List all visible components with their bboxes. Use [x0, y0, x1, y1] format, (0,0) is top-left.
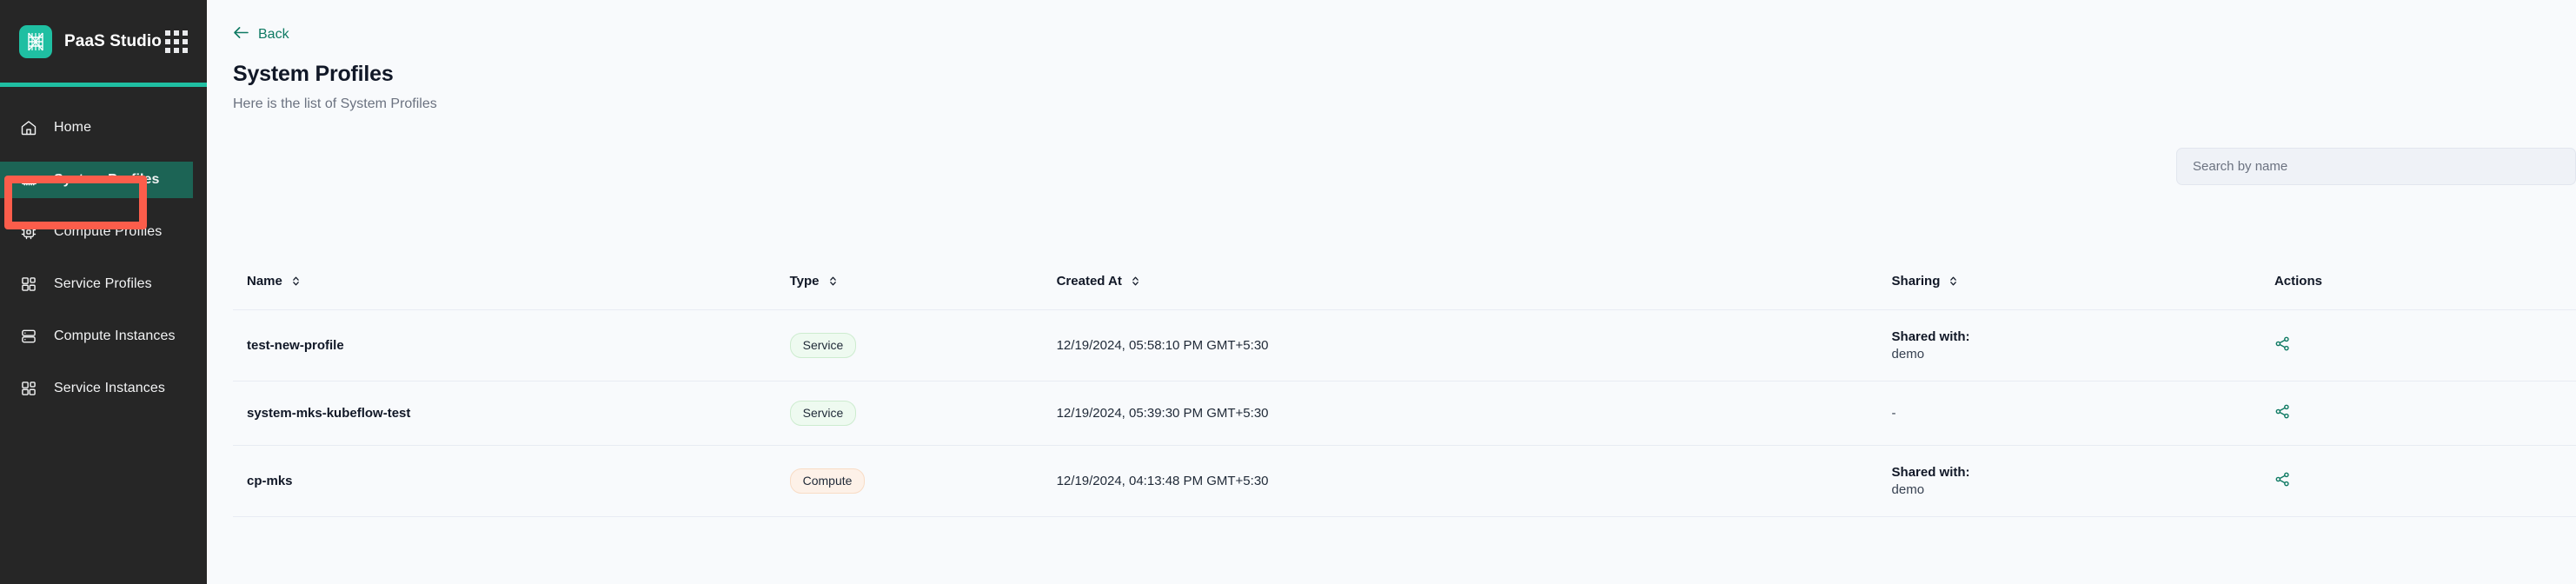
- profiles-table-container: Name Type Created At Sharing Actions tes…: [233, 252, 2576, 517]
- cell-type: Service: [789, 381, 1057, 446]
- search-input[interactable]: [2176, 148, 2576, 185]
- cell-sharing: Shared with: demo: [1891, 309, 2274, 382]
- blocks-icon: [19, 379, 38, 398]
- column-header-name[interactable]: Name: [233, 252, 790, 310]
- sort-toggle-icon[interactable]: [1949, 275, 1957, 287]
- home-icon: [19, 118, 38, 137]
- search-container: [2176, 148, 2576, 185]
- column-header-created-at[interactable]: Created At: [1056, 252, 1892, 310]
- sidebar-item-system-profiles[interactable]: System Profiles: [0, 162, 193, 198]
- apps-grid-icon[interactable]: [165, 30, 188, 53]
- sidebar-item-home[interactable]: Home: [0, 110, 207, 146]
- sidebar-item-label: Service Instances: [54, 381, 165, 395]
- table-body: test-new-profile Service 12/19/2024, 05:…: [233, 309, 2576, 517]
- sort-toggle-icon[interactable]: [1132, 275, 1139, 287]
- column-label: Created At: [1056, 274, 1122, 289]
- sharing-title: Shared with:: [1891, 329, 1970, 344]
- type-badge: Service: [789, 333, 857, 358]
- cell-created-at: 12/19/2024, 05:58:10 PM GMT+5:30: [1056, 309, 1892, 382]
- column-label: Actions: [2274, 274, 2322, 289]
- share-icon[interactable]: [2274, 335, 2291, 352]
- sidebar-item-label: Service Profiles: [54, 276, 152, 291]
- column-label: Type: [789, 274, 820, 289]
- arrow-left-icon: [233, 26, 249, 43]
- back-button[interactable]: Back: [233, 26, 289, 43]
- column-header-actions: Actions: [2274, 252, 2576, 310]
- column-header-sharing[interactable]: Sharing: [1891, 252, 2274, 310]
- table-row[interactable]: system-mks-kubeflow-test Service 12/19/2…: [233, 381, 2576, 446]
- cell-actions: [2274, 445, 2576, 517]
- sharing-value: demo: [1891, 481, 1925, 497]
- sidebar-item-service-instances[interactable]: Service Instances: [0, 370, 207, 407]
- cell-actions: [2274, 309, 2576, 382]
- sort-toggle-icon[interactable]: [292, 275, 300, 287]
- sidebar-item-service-profiles[interactable]: Service Profiles: [0, 266, 207, 302]
- brand-header: PaaS Studio: [0, 0, 207, 83]
- sidebar-item-label: System Profiles: [54, 172, 160, 187]
- cell-actions: [2274, 381, 2576, 446]
- cell-created-at: 12/19/2024, 04:13:48 PM GMT+5:30: [1056, 445, 1892, 517]
- table-header-row: Name Type Created At Sharing Actions: [233, 252, 2576, 310]
- sidebar-item-label: Compute Instances: [54, 328, 176, 343]
- sidebar-nav: Home System Profiles Compute Profiles Se…: [0, 87, 207, 407]
- memory-chip-icon: [19, 170, 38, 189]
- table-row[interactable]: test-new-profile Service 12/19/2024, 05:…: [233, 309, 2576, 382]
- share-icon[interactable]: [2274, 403, 2291, 420]
- page-title: System Profiles: [233, 62, 394, 86]
- type-badge: Compute: [789, 468, 866, 494]
- cell-name: cp-mks: [233, 445, 790, 517]
- sidebar-nav-list: Home System Profiles Compute Profiles Se…: [0, 110, 207, 407]
- sort-toggle-icon[interactable]: [829, 275, 837, 287]
- column-label: Name: [247, 274, 282, 289]
- brand-title: PaaS Studio: [64, 31, 162, 50]
- page-subtitle: Here is the list of System Profiles: [233, 96, 437, 111]
- cell-type: Compute: [789, 445, 1057, 517]
- sidebar-item-compute-instances[interactable]: Compute Instances: [0, 318, 207, 355]
- table-row[interactable]: cp-mks Compute 12/19/2024, 04:13:48 PM G…: [233, 445, 2576, 517]
- server-icon: [19, 327, 38, 346]
- sharing-title: Shared with:: [1891, 464, 1970, 480]
- column-header-type[interactable]: Type: [789, 252, 1057, 310]
- paas-studio-logo-icon: [19, 24, 52, 58]
- sidebar-item-label: Compute Profiles: [54, 224, 163, 239]
- sidebar-item-compute-profiles[interactable]: Compute Profiles: [0, 214, 207, 250]
- type-badge: Service: [789, 401, 857, 426]
- cell-created-at: 12/19/2024, 05:39:30 PM GMT+5:30: [1056, 381, 1892, 446]
- app-root: PaaS Studio Home System Profiles Compute…: [0, 0, 2576, 584]
- main-content: Back System Profiles Here is the list of…: [207, 0, 2576, 584]
- cell-sharing: Shared with: demo: [1891, 445, 2274, 517]
- cell-name: test-new-profile: [233, 309, 790, 382]
- cell-sharing: -: [1891, 381, 2274, 446]
- sharing-value: -: [1891, 405, 1896, 421]
- cell-type: Service: [789, 309, 1057, 382]
- blocks-icon: [19, 275, 38, 294]
- cpu-icon: [19, 222, 38, 242]
- back-label: Back: [258, 26, 289, 42]
- sidebar-item-label: Home: [54, 120, 92, 135]
- sharing-value: demo: [1891, 347, 1925, 362]
- sidebar: PaaS Studio Home System Profiles Compute…: [0, 0, 207, 584]
- table-head: Name Type Created At Sharing Actions: [233, 252, 2576, 310]
- cell-name: system-mks-kubeflow-test: [233, 381, 790, 446]
- column-label: Sharing: [1891, 274, 1941, 289]
- profiles-table: Name Type Created At Sharing Actions tes…: [233, 252, 2576, 517]
- share-icon[interactable]: [2274, 471, 2291, 488]
